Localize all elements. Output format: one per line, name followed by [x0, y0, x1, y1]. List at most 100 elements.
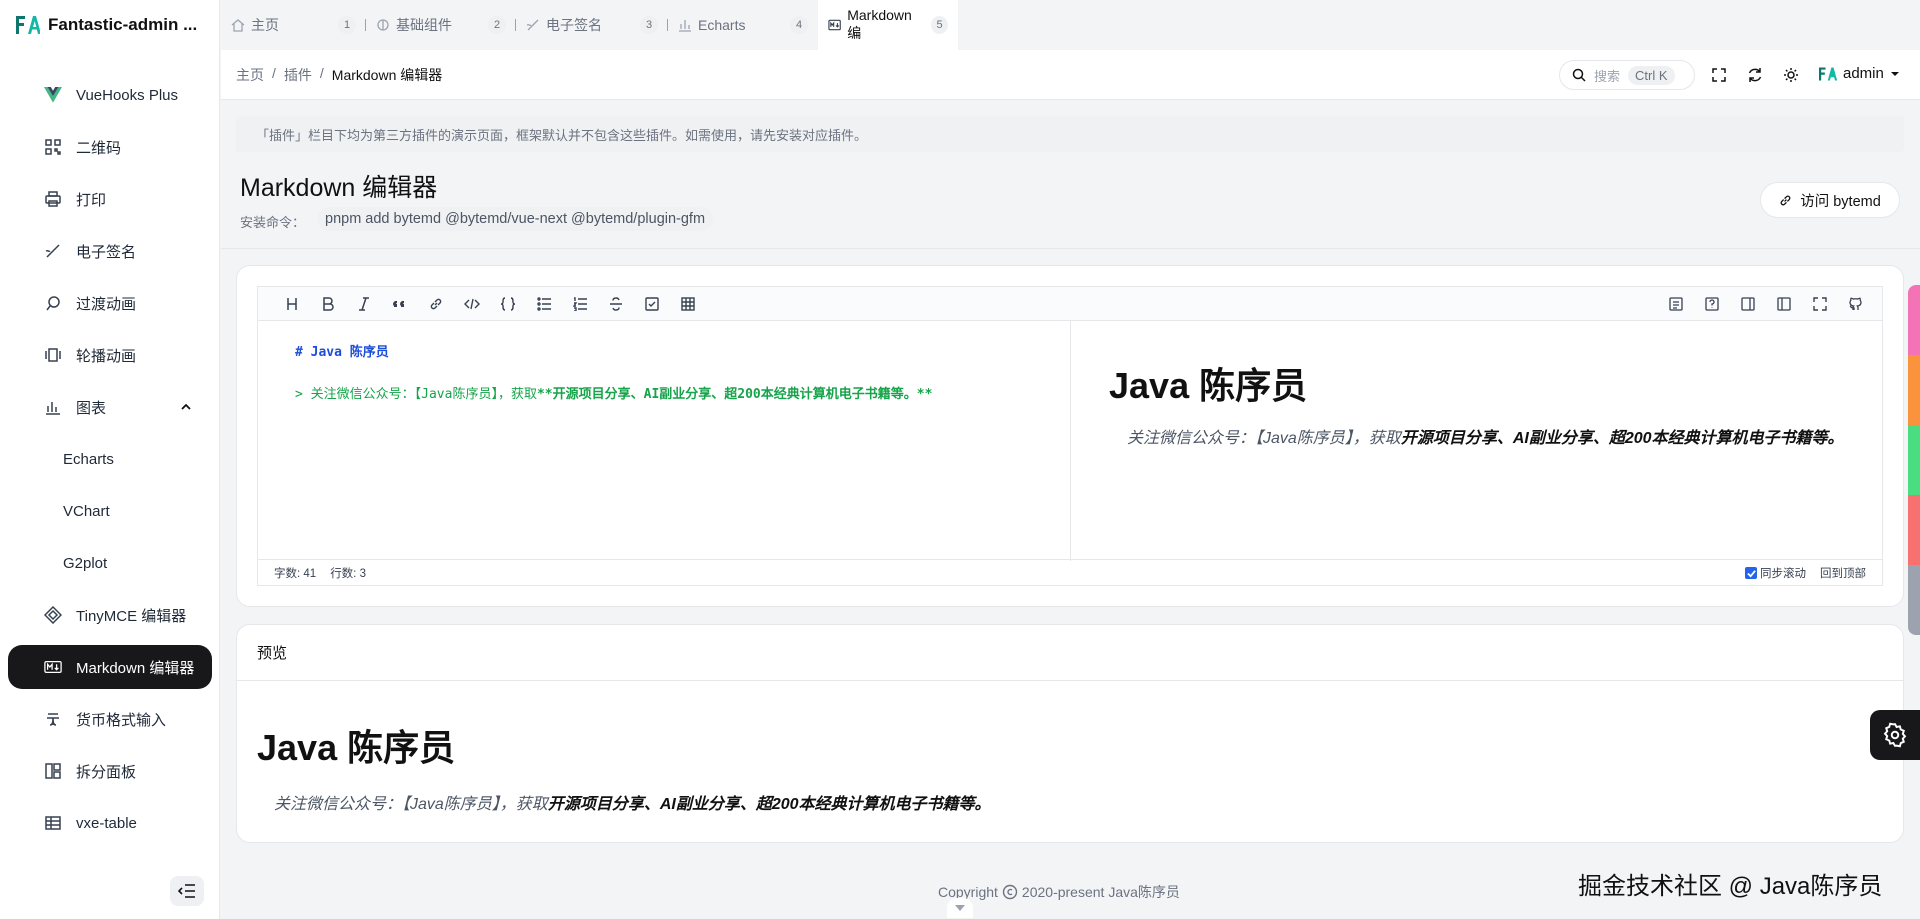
ordered-list-button[interactable] [562, 287, 598, 321]
theme-toggle-button[interactable] [1781, 65, 1801, 85]
component-icon [377, 19, 389, 31]
tab-label: 主页 [251, 17, 279, 33]
tab-echarts[interactable]: Echarts 4 [668, 0, 818, 50]
sidebar-item-label: vxe-table [76, 814, 137, 832]
sidebar-item-tinymce[interactable]: TinyMCE 编辑器 [0, 589, 220, 641]
plugin-notice: 「插件」栏目下均为第三方插件的演示页面，框架默认并不包含这些插件。如需使用，请先… [236, 116, 1904, 152]
sidebar-item-currency[interactable]: 货币格式输入 [0, 693, 220, 745]
strikethrough-button[interactable] [598, 287, 634, 321]
reload-button[interactable] [1745, 65, 1765, 85]
sync-scroll-toggle[interactable]: 同步滚动 [1745, 565, 1806, 581]
bold-button[interactable] [310, 287, 346, 321]
sidebar-item-transition[interactable]: 过渡动画 [0, 277, 220, 329]
visit-bytemd-button[interactable]: 访问 bytemd [1760, 182, 1900, 218]
tab-label: 基础组件 [396, 17, 452, 33]
sidebar-item-carousel[interactable]: 轮播动画 [0, 329, 220, 381]
theme-color-gray[interactable] [1908, 565, 1920, 635]
theme-color-green[interactable] [1908, 425, 1920, 495]
sidebar-item-print[interactable]: 打印 [0, 173, 220, 225]
braces-icon [500, 296, 516, 311]
sidebar-item-vchart[interactable]: VChart [0, 485, 220, 537]
markdown-source[interactable]: # Java 陈序员 > 关注微信公众号：【Java陈序员】，获取**开源项目分… [258, 321, 1071, 561]
quote-bold: 开源项目分享、AI副业分享、超200本经典计算机电子书籍等。 [547, 796, 991, 813]
theme-color-red[interactable] [1908, 495, 1920, 565]
toc-button[interactable] [1658, 287, 1694, 321]
sidebar-item-label: 拆分面板 [76, 763, 137, 781]
unordered-list-button[interactable] [526, 287, 562, 321]
fullscreen-icon [1712, 68, 1726, 82]
link-button[interactable] [418, 287, 454, 321]
chart-icon [44, 398, 62, 416]
code-block-button[interactable] [490, 287, 526, 321]
source-quote-prefix: > 关注微信公众号：【Java陈序员】，获取 [295, 387, 537, 402]
tab-label: 电子签名 [546, 17, 602, 33]
help-icon [1705, 297, 1719, 311]
toc-icon [1669, 297, 1683, 311]
theme-color-orange[interactable] [1908, 355, 1920, 425]
preview-only-button[interactable] [1730, 287, 1766, 321]
tab-home[interactable]: 主页 1 [221, 0, 366, 50]
link-icon [1780, 195, 1791, 205]
footer: Copyright 2020-present Java陈序员 [938, 882, 1180, 902]
tab-index: 1 [338, 16, 356, 34]
code-button[interactable] [454, 287, 490, 321]
task-list-button[interactable] [634, 287, 670, 321]
home-icon [231, 19, 245, 32]
collapse-sidebar-button[interactable] [170, 876, 204, 906]
heading-button[interactable] [274, 287, 310, 321]
preview-card-blockquote: 关注微信公众号：【Java陈序员】，获取开源项目分享、AI副业分享、超200本经… [256, 791, 991, 819]
tab-signature[interactable]: 电子签名 3 [516, 0, 668, 50]
sidebar-item-label: 电子签名 [76, 243, 137, 261]
code-icon [464, 298, 480, 309]
github-icon [1849, 297, 1862, 310]
sidebar-item-g2plot[interactable]: G2plot [0, 537, 220, 589]
italic-button[interactable] [346, 287, 382, 321]
tab-index: 3 [640, 16, 658, 34]
markdown-editor: # Java 陈序员 > 关注微信公众号：【Java陈序员】，获取**开源项目分… [257, 286, 1883, 586]
sidebar-item-qrcode[interactable]: 二维码 [0, 121, 220, 173]
help-button[interactable] [1694, 287, 1730, 321]
word-count: 字数: 41 [274, 567, 317, 580]
fullscreen-button[interactable] [1709, 65, 1729, 85]
settings-button[interactable] [1870, 710, 1920, 760]
italic-icon [359, 296, 369, 311]
breadcrumb-home[interactable]: 主页 [236, 65, 264, 85]
search-box[interactable]: 搜索 Ctrl K [1559, 60, 1695, 90]
sidebar-item-markdown[interactable]: Markdown 编辑器 [8, 645, 212, 689]
brand[interactable]: Fantastic-admin ... [0, 0, 219, 50]
preview-card-header: 预览 [237, 625, 1903, 681]
quote-button[interactable] [382, 287, 418, 321]
tab-basic-components[interactable]: 基础组件 2 [366, 0, 516, 50]
sidebar-item-vxe-table[interactable]: vxe-table [0, 797, 220, 849]
breadcrumb-plugins[interactable]: 插件 [284, 65, 312, 85]
tab-label: Echarts [698, 17, 746, 33]
scroll-down-button[interactable] [947, 898, 973, 918]
github-button[interactable] [1838, 287, 1874, 321]
sidebar-item-signature[interactable]: 电子签名 [0, 225, 220, 277]
sidebar-item-split-panel[interactable]: 拆分面板 [0, 745, 220, 797]
user-menu[interactable]: admin [1817, 65, 1900, 82]
table-icon [681, 296, 695, 311]
page-title: Markdown 编辑器 [240, 174, 438, 202]
table-button[interactable] [670, 287, 706, 321]
quote-icon [393, 300, 404, 307]
back-to-top-link[interactable]: 回到顶部 [1820, 565, 1866, 581]
editor-fullscreen-button[interactable] [1802, 287, 1838, 321]
header-divider [221, 248, 1920, 249]
sidebar-item-label: 轮播动画 [76, 347, 137, 365]
theme-color-pink[interactable] [1908, 285, 1920, 355]
gear-icon [1883, 722, 1907, 748]
copyright-label: Copyright [938, 884, 998, 900]
table-icon [44, 814, 62, 832]
chevron-down-icon [955, 905, 965, 911]
tab-markdown[interactable]: Markdown 编 5 [818, 0, 958, 50]
copyright-icon [1002, 884, 1018, 900]
source-quote-bold: **开源项目分享、AI副业分享、超200本经典计算机电子书籍等。** [536, 387, 933, 402]
chevron-up-icon [181, 403, 191, 410]
tab-index: 2 [488, 16, 506, 34]
sidebar-item-label: VChart [63, 502, 110, 520]
sidebar-item-echarts[interactable]: Echarts [0, 433, 220, 485]
sidebar-item-vuehooks[interactable]: VueHooks Plus [0, 69, 220, 121]
sidebar-item-charts[interactable]: 图表 [0, 381, 220, 433]
write-only-button[interactable] [1766, 287, 1802, 321]
